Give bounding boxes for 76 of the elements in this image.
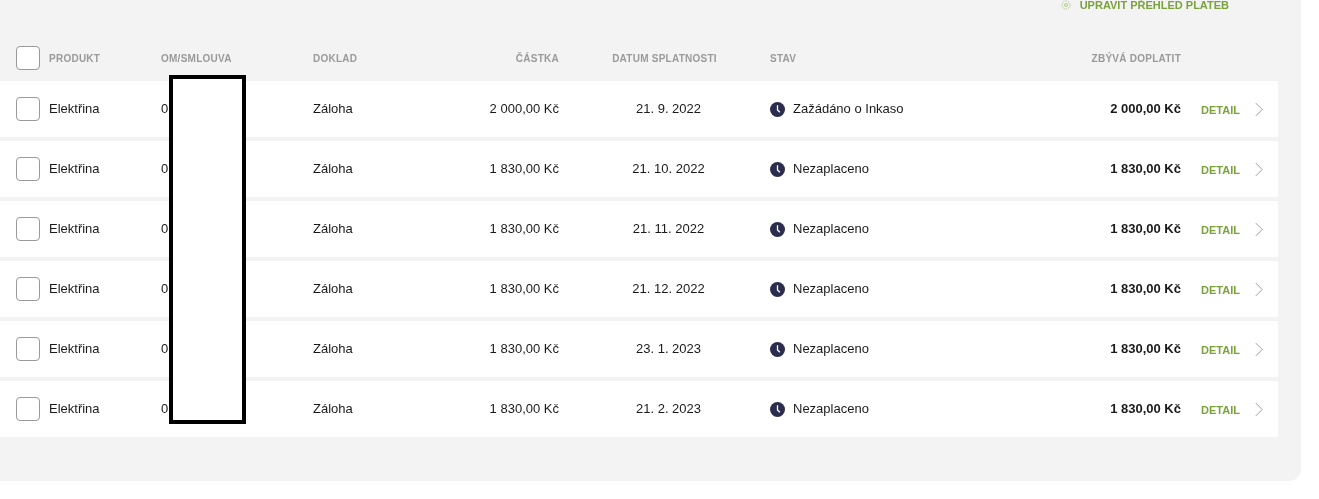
document-cell-text: Záloha [313,100,354,119]
product-cell-text: Elektřina [49,340,101,359]
column-header: DOKLAD [313,51,359,66]
remaining-amount: 1 830,00 Kč [1109,220,1181,239]
amount-cell-text: 2 000,00 Kč [488,100,559,119]
status-text: Nezaplaceno [793,400,869,419]
amount-cell-text: 1 830,00 Kč [488,220,559,239]
column-header: STAV [770,51,798,66]
chevron-right-icon[interactable] [1255,281,1263,297]
detail-link[interactable]: DETAIL [1201,159,1245,179]
contract-cell-text: 0 [161,280,170,299]
detail-link[interactable]: DETAIL [1201,339,1245,359]
amount-cell-text: 1 830,00 Kč [488,160,559,179]
document-cell-text: Záloha [313,280,354,299]
remaining-amount: 1 830,00 Kč [1109,400,1181,419]
detail-link[interactable]: DETAIL [1201,279,1245,299]
product-cell-text: Elektřina [49,100,101,119]
amount-cell-text: 1 830,00 Kč [488,340,559,359]
chevron-right-icon[interactable] [1255,341,1263,357]
clock-icon [770,401,785,417]
contract-cell-text: 0 [161,220,170,239]
status-text: Nezaplaceno [793,280,869,299]
amount-cell-text: 1 830,00 Kč [488,280,559,299]
clock-icon [770,341,785,357]
clock-icon [770,281,785,297]
settings-icon [1059,0,1072,11]
due-date-cell-text: 21. 2. 2023 [634,400,703,419]
status-text: Zažádáno o Inkaso [793,100,904,119]
detail-link[interactable]: DETAIL [1201,219,1245,239]
chevron-right-icon[interactable] [1255,221,1263,237]
checkbox[interactable] [16,277,40,301]
clock-icon [770,101,785,117]
status-text: Nezaplaceno [793,160,869,179]
checkbox[interactable] [16,217,40,241]
chevron-right-icon[interactable] [1255,161,1263,177]
checkbox[interactable] [16,157,40,181]
due-date-cell-text: 23. 1. 2023 [634,340,703,359]
clock-icon [770,221,785,237]
checkbox[interactable] [16,46,40,70]
column-header: OM/SMLOUVA [161,51,233,66]
chevron-right-icon[interactable] [1255,401,1263,417]
document-cell-text: Záloha [313,340,354,359]
contract-cell-text: 0 [161,340,170,359]
contract-cell-text: 0 [161,100,170,119]
amount-cell-text: 1 830,00 Kč [488,400,559,419]
column-header: ZBÝVÁ DOPLATIT [1090,51,1181,66]
remaining-amount: 2 000,00 Kč [1109,100,1181,119]
status-text: Nezaplaceno [793,340,869,359]
due-date-cell-text: 21. 10. 2022 [631,160,706,179]
document-cell-text: Záloha [313,220,354,239]
status-text: Nezaplaceno [793,220,869,239]
column-header: DATUM SPLATNOSTI [611,51,718,66]
column-header: PRODUKT [49,51,102,66]
remaining-amount: 1 830,00 Kč [1109,280,1181,299]
due-date-cell-text: 21. 11. 2022 [631,220,706,239]
product-cell-text: Elektřina [49,220,101,239]
remaining-amount: 1 830,00 Kč [1109,340,1181,359]
product-cell-text: Elektřina [49,400,101,419]
detail-link[interactable]: DETAIL [1201,99,1245,119]
contract-cell-text: 0 [161,400,170,419]
due-date-cell-text: 21. 9. 2022 [634,100,703,119]
remaining-amount: 1 830,00 Kč [1109,160,1181,179]
column-header: ČÁSTKA [514,51,559,66]
edit-payments-link[interactable]: UPRAVIT PŘEHLED PLATEB [1059,0,1229,10]
contract-cell-text: 0 [161,160,170,179]
chevron-right-icon[interactable] [1255,101,1263,117]
detail-link[interactable]: DETAIL [1201,399,1245,419]
checkbox[interactable] [16,97,40,121]
due-date-cell-text: 21. 12. 2022 [631,280,706,299]
product-cell-text: Elektřina [49,160,101,179]
document-cell-text: Záloha [313,160,354,179]
checkbox[interactable] [16,397,40,421]
document-cell-text: Záloha [313,400,354,419]
product-cell-text: Elektřina [49,280,101,299]
checkbox[interactable] [16,337,40,361]
clock-icon [770,161,785,177]
